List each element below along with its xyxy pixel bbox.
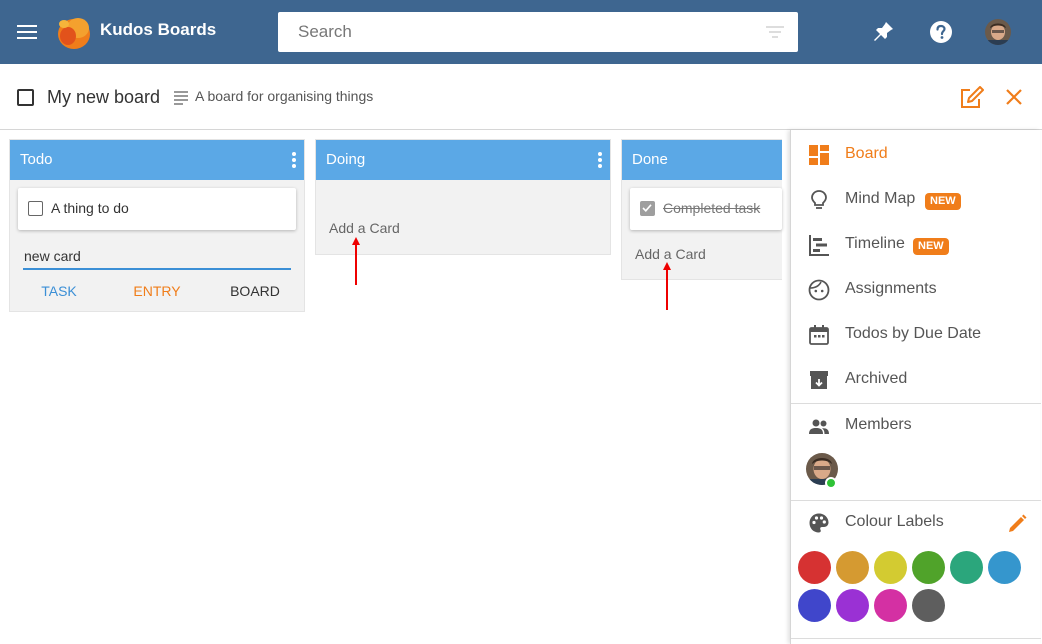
calendar-icon bbox=[809, 325, 829, 345]
help-icon[interactable] bbox=[929, 20, 953, 44]
colour-swatch-teal[interactable] bbox=[950, 551, 983, 584]
dashboard-icon bbox=[809, 145, 829, 165]
list-title: Done bbox=[632, 151, 668, 168]
colour-labels-label: Colour Labels bbox=[845, 513, 944, 530]
menu-label: Timeline bbox=[845, 235, 905, 252]
hamburger-menu-icon[interactable] bbox=[17, 25, 37, 39]
online-status-dot bbox=[825, 477, 837, 489]
menu-label: Archived bbox=[845, 370, 908, 387]
colour-swatch-grey[interactable] bbox=[912, 589, 945, 622]
colour-swatch-green[interactable] bbox=[912, 551, 945, 584]
colour-swatch-blue[interactable] bbox=[988, 551, 1021, 584]
board-description[interactable]: A board for organising things bbox=[195, 88, 373, 104]
menu-item-assignments[interactable]: Assignments bbox=[791, 270, 1041, 310]
colour-labels-section: Colour Labels bbox=[791, 503, 1041, 543]
new-badge: NEW bbox=[913, 238, 949, 255]
palette-icon bbox=[809, 513, 829, 533]
list-header[interactable]: Doing bbox=[316, 140, 610, 180]
new-badge: NEW bbox=[925, 193, 961, 210]
board-checkbox[interactable] bbox=[17, 89, 34, 106]
card[interactable]: A thing to do bbox=[18, 188, 296, 230]
menu-item-board[interactable]: Board bbox=[791, 135, 1041, 175]
divider bbox=[791, 638, 1041, 639]
members-section: Members bbox=[791, 406, 1041, 446]
annotation-arrow bbox=[355, 244, 357, 285]
filter-list-icon[interactable] bbox=[766, 26, 784, 38]
more-vert-icon[interactable] bbox=[292, 152, 296, 168]
card-text: A thing to do bbox=[51, 200, 129, 216]
colour-swatch-indigo[interactable] bbox=[798, 589, 831, 622]
more-vert-icon[interactable] bbox=[598, 152, 602, 168]
app-name: Kudos Boards bbox=[100, 20, 217, 39]
annotation-arrow bbox=[666, 269, 668, 310]
list-header[interactable]: Done bbox=[622, 140, 782, 180]
edit-board-icon[interactable] bbox=[959, 86, 985, 110]
menu-item-timeline[interactable]: Timeline NEW bbox=[791, 225, 1041, 265]
board-title[interactable]: My new board bbox=[47, 87, 160, 108]
top-app-bar: Kudos Boards bbox=[0, 0, 1042, 64]
list-title: Doing bbox=[326, 151, 366, 168]
archive-icon bbox=[810, 371, 828, 389]
colour-swatch-yellow[interactable] bbox=[874, 551, 907, 584]
menu-label: Mind Map bbox=[845, 190, 916, 207]
new-card-input[interactable] bbox=[23, 244, 291, 270]
card-text: Completed task bbox=[663, 200, 761, 216]
search-input[interactable] bbox=[278, 12, 798, 52]
task-button[interactable]: TASK bbox=[10, 283, 108, 299]
board-header: My new board A board for organising thin… bbox=[0, 64, 1042, 130]
close-icon[interactable] bbox=[1004, 87, 1024, 107]
colour-swatch-orange[interactable] bbox=[836, 551, 869, 584]
check-icon bbox=[642, 204, 652, 212]
timeline-icon bbox=[809, 235, 829, 256]
face-icon bbox=[808, 279, 830, 301]
colour-swatch-pink[interactable] bbox=[874, 589, 907, 622]
menu-item-todos-by-due-date[interactable]: Todos by Due Date bbox=[791, 315, 1041, 355]
divider bbox=[791, 403, 1041, 404]
add-card-link[interactable]: Add a Card bbox=[622, 246, 782, 262]
menu-item-mind-map[interactable]: Mind Map NEW bbox=[791, 180, 1041, 220]
divider bbox=[791, 500, 1041, 501]
board-button[interactable]: BOARD bbox=[206, 283, 304, 299]
colour-swatch-red[interactable] bbox=[798, 551, 831, 584]
menu-item-archived[interactable]: Archived bbox=[791, 360, 1041, 400]
entry-button[interactable]: ENTRY bbox=[108, 283, 206, 299]
list-todo: Todo A thing to do TASK ENTRY BOARD bbox=[9, 139, 305, 312]
description-icon bbox=[174, 91, 188, 105]
lightbulb-icon bbox=[811, 190, 827, 209]
add-card-link[interactable]: Add a Card bbox=[316, 220, 610, 236]
list-header[interactable]: Todo bbox=[10, 140, 304, 180]
side-panel: Board Mind Map NEW Timeline NEW Assignme… bbox=[790, 130, 1041, 644]
menu-label: Assignments bbox=[845, 280, 937, 297]
edit-labels-pencil-icon[interactable] bbox=[1007, 514, 1027, 534]
list-done: Done Completed task Add a Card bbox=[621, 139, 782, 280]
user-avatar[interactable] bbox=[985, 19, 1011, 45]
pin-icon[interactable] bbox=[871, 20, 895, 44]
menu-label: Todos by Due Date bbox=[845, 325, 982, 342]
card[interactable]: Completed task bbox=[630, 188, 782, 230]
search-box[interactable] bbox=[278, 12, 798, 52]
card-checkbox[interactable] bbox=[28, 201, 43, 216]
kudos-logo-icon bbox=[58, 18, 90, 49]
colour-swatch-purple[interactable] bbox=[836, 589, 869, 622]
list-title: Todo bbox=[20, 151, 53, 168]
people-icon bbox=[809, 419, 829, 434]
add-type-buttons: TASK ENTRY BOARD bbox=[10, 270, 304, 312]
members-label: Members bbox=[845, 416, 912, 433]
menu-label: Board bbox=[845, 145, 888, 162]
card-checkbox-checked[interactable] bbox=[640, 201, 655, 216]
